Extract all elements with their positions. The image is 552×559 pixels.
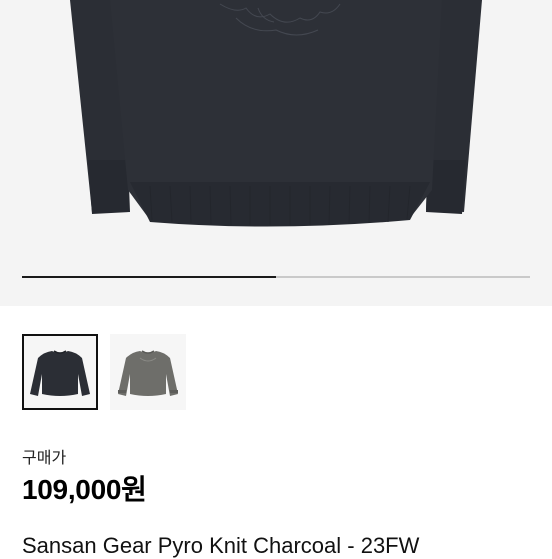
thumbnail-charcoal[interactable] bbox=[22, 334, 98, 410]
image-progress-track bbox=[22, 276, 530, 278]
sweater-charcoal-thumbnail bbox=[30, 350, 90, 396]
sweater-gray-thumbnail bbox=[118, 350, 178, 396]
product-title: Sansan Gear Pyro Knit Charcoal - 23FW bbox=[22, 533, 420, 558]
price-label: 구매가 bbox=[22, 450, 67, 467]
thumbnail-gray[interactable] bbox=[110, 334, 186, 410]
sweater-charcoal-image bbox=[70, 0, 482, 227]
image-progress-fill bbox=[22, 276, 276, 278]
product-image-carousel[interactable] bbox=[0, 0, 552, 306]
price-value: 109,000원 bbox=[22, 474, 147, 505]
